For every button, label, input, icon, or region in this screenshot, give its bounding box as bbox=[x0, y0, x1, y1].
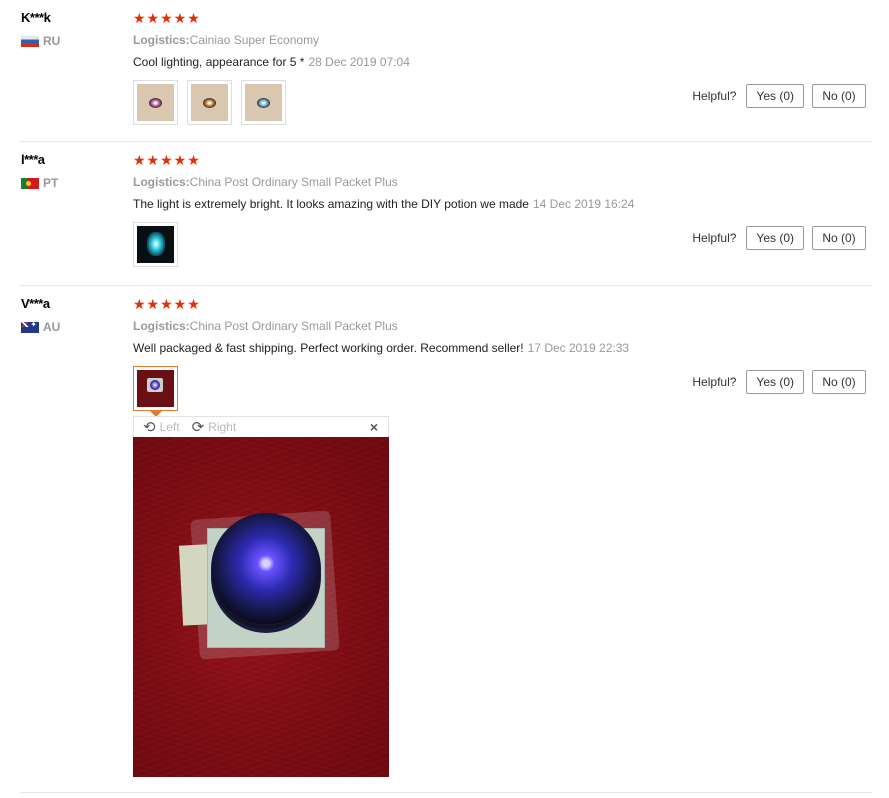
logistics-info: Logistics:China Post Ordinary Small Pack… bbox=[133, 175, 398, 189]
star-rating: ★★★★★ bbox=[133, 296, 201, 312]
rotate-left-label: Left bbox=[159, 420, 180, 434]
rotate-right-label: Right bbox=[208, 420, 237, 434]
review-photos bbox=[133, 366, 178, 417]
logistics-value: China Post Ordinary Small Packet Plus bbox=[189, 319, 398, 333]
review-content: Cool lighting, appearance for 5 * bbox=[133, 55, 305, 69]
country-code: RU bbox=[43, 34, 61, 48]
review-content: Well packaged & fast shipping. Perfect w… bbox=[133, 341, 524, 355]
enlarged-review-photo bbox=[133, 437, 389, 777]
logistics-label: Logistics: bbox=[133, 33, 190, 47]
reviewer-name: K***k bbox=[21, 10, 51, 25]
review-photo-thumbnail-selected[interactable] bbox=[133, 366, 178, 417]
helpful-vote: Helpful? Yes (0) No (0) bbox=[692, 226, 866, 250]
review-item: V***a AU ★★★★★ Logistics:China Post Ordi… bbox=[20, 286, 872, 793]
helpful-label: Helpful? bbox=[692, 231, 737, 245]
review-photos bbox=[133, 80, 286, 125]
review-item: K***k RU ★★★★★ Logistics:Cainiao Super E… bbox=[20, 0, 872, 142]
review-photo-thumbnail[interactable] bbox=[187, 80, 232, 125]
reviewer-name: V***a bbox=[21, 296, 50, 311]
logistics-info: Logistics:China Post Ordinary Small Pack… bbox=[133, 319, 398, 333]
logistics-value: Cainiao Super Economy bbox=[189, 33, 320, 47]
country-code: PT bbox=[43, 176, 59, 190]
helpful-yes-button[interactable]: Yes (0) bbox=[746, 226, 804, 250]
helpful-yes-button[interactable]: Yes (0) bbox=[746, 370, 804, 394]
logistics-info: Logistics:Cainiao Super Economy bbox=[133, 33, 319, 47]
review-text: Well packaged & fast shipping. Perfect w… bbox=[133, 341, 629, 355]
reviewer-country: PT bbox=[21, 176, 58, 190]
helpful-label: Helpful? bbox=[692, 375, 737, 389]
helpful-vote: Helpful? Yes (0) No (0) bbox=[692, 370, 866, 394]
review-text: Cool lighting, appearance for 5 * 28 Dec … bbox=[133, 55, 410, 69]
rotate-left-button[interactable]: ⟲ Left bbox=[143, 420, 180, 435]
reviewer-country: RU bbox=[21, 34, 60, 48]
review-text: The light is extremely bright. It looks … bbox=[133, 197, 634, 211]
photo-viewer: ⟲ Left ⟳ Right × bbox=[133, 416, 389, 777]
review-date: 28 Dec 2019 07:04 bbox=[308, 55, 410, 69]
review-photo-thumbnail[interactable] bbox=[133, 80, 178, 125]
star-rating: ★★★★★ bbox=[133, 10, 201, 26]
helpful-vote: Helpful? Yes (0) No (0) bbox=[692, 84, 866, 108]
review-photo-thumbnail[interactable] bbox=[241, 80, 286, 125]
logistics-label: Logistics: bbox=[133, 319, 190, 333]
review-date: 14 Dec 2019 16:24 bbox=[532, 197, 635, 211]
review-photo-thumbnail[interactable] bbox=[133, 222, 178, 267]
close-icon[interactable]: × bbox=[370, 419, 378, 435]
portugal-flag-icon bbox=[21, 177, 39, 189]
rotate-right-icon: ⟳ bbox=[191, 418, 205, 436]
review-date: 17 Dec 2019 22:33 bbox=[527, 341, 630, 355]
photo-led-base bbox=[211, 513, 321, 625]
helpful-label: Helpful? bbox=[692, 89, 737, 103]
review-photos bbox=[133, 222, 178, 267]
rotate-left-icon: ⟲ bbox=[143, 418, 156, 436]
star-rating: ★★★★★ bbox=[133, 152, 201, 168]
logistics-label: Logistics: bbox=[133, 175, 190, 189]
review-item: l***a PT ★★★★★ Logistics:China Post Ordi… bbox=[20, 142, 872, 286]
russia-flag-icon bbox=[21, 35, 39, 47]
reviewer-name: l***a bbox=[21, 152, 45, 167]
rotate-right-button[interactable]: ⟳ Right bbox=[192, 420, 237, 435]
logistics-value: China Post Ordinary Small Packet Plus bbox=[189, 175, 398, 189]
helpful-no-button[interactable]: No (0) bbox=[812, 84, 866, 108]
review-content: The light is extremely bright. It looks … bbox=[133, 197, 529, 211]
reviewer-country: AU bbox=[21, 320, 60, 334]
helpful-yes-button[interactable]: Yes (0) bbox=[746, 84, 804, 108]
helpful-no-button[interactable]: No (0) bbox=[812, 370, 866, 394]
australia-flag-icon bbox=[21, 321, 39, 333]
country-code: AU bbox=[43, 320, 61, 334]
helpful-no-button[interactable]: No (0) bbox=[812, 226, 866, 250]
photo-viewer-toolbar: ⟲ Left ⟳ Right × bbox=[133, 416, 389, 437]
